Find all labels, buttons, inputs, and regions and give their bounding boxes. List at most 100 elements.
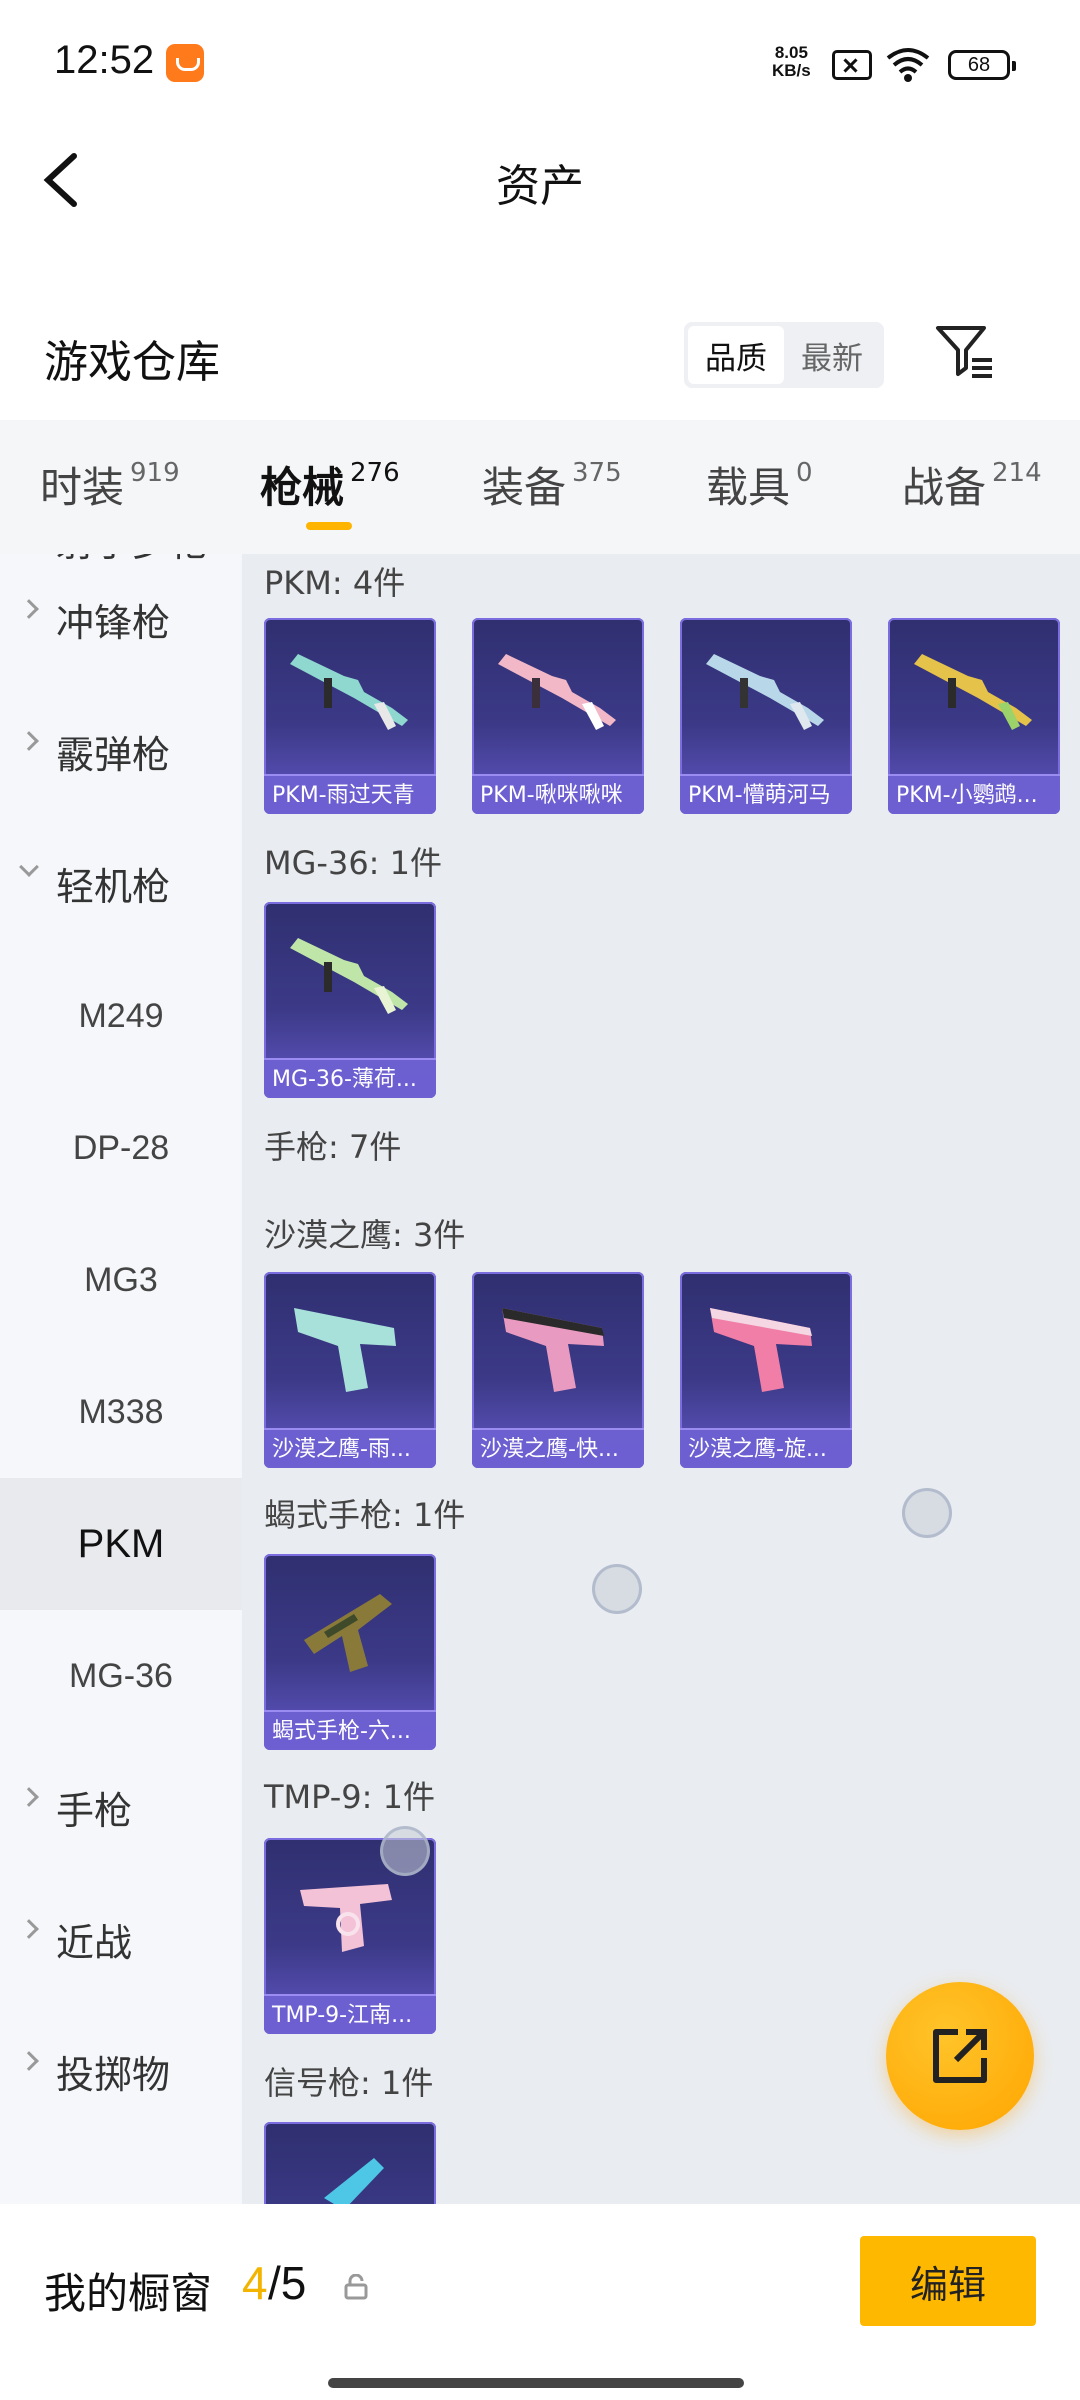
net-speed-unit: KB/s bbox=[772, 61, 811, 80]
sort-latest-button[interactable]: 最新 bbox=[784, 326, 880, 384]
chevron-down-icon bbox=[19, 857, 39, 877]
net-speed-value: 8.05 bbox=[774, 43, 808, 62]
window-count-total: /5 bbox=[268, 2257, 307, 2309]
chevron-right-icon bbox=[19, 2051, 39, 2071]
pistol-icon bbox=[710, 1308, 812, 1392]
warehouse-title: 游戏仓库 bbox=[44, 337, 220, 388]
sidebar-item-pistol[interactable]: 手枪 bbox=[0, 1742, 242, 1874]
bottom-bar: 我的橱窗 4 /5 编辑 bbox=[0, 2204, 1080, 2400]
sidebar-item-throwable[interactable]: 投掷物 bbox=[0, 2006, 242, 2138]
tab-count: 276 bbox=[350, 458, 400, 488]
wifi-icon bbox=[886, 48, 930, 82]
item-card[interactable]: 蝎式手枪-六... bbox=[264, 1554, 436, 1750]
chevron-right-icon bbox=[19, 731, 39, 751]
section-title-tmp9: TMP-9: 1件 bbox=[264, 1778, 435, 1816]
item-name: MG-36-薄荷... bbox=[264, 1058, 436, 1098]
sidebar: 射手步枪 冲锋枪 霰弹枪 轻机枪 M249 DP-28 MG3 M338 PKM… bbox=[0, 554, 242, 2204]
tab-label: 装备 bbox=[482, 463, 567, 512]
share-external-icon bbox=[933, 2029, 987, 2083]
sidebar-item-label: 手枪 bbox=[56, 1789, 133, 1833]
sort-quality-button[interactable]: 品质 bbox=[688, 326, 784, 384]
item-card[interactable]: PKM-小鹦鹉... bbox=[888, 618, 1060, 814]
filter-icon[interactable] bbox=[934, 322, 996, 382]
item-name: 沙漠之鹰-雨... bbox=[264, 1428, 436, 1468]
section-title-scorpion: 蝎式手枪: 1件 bbox=[264, 1496, 466, 1534]
status-bar: 12:52 8.05 KB/s 68 bbox=[0, 0, 1080, 120]
category-tabs: 时装 919 枪械 276 装备 375 载具 0 战备 214 bbox=[0, 420, 1080, 554]
battery-icon: 68 bbox=[948, 50, 1016, 80]
tab-count: 0 bbox=[796, 458, 813, 488]
tab-count: 375 bbox=[572, 458, 622, 488]
edit-button[interactable]: 编辑 bbox=[860, 2236, 1036, 2326]
lock-icon bbox=[344, 2274, 368, 2300]
item-card[interactable]: 沙漠之鹰-雨... bbox=[264, 1272, 436, 1468]
item-grid: PKM: 4件 PKM-雨过天青 PKM-啾咪啾咪 PKM-懵萌河马 PKM-小… bbox=[242, 554, 1080, 2204]
chevron-right-icon bbox=[19, 1787, 39, 1807]
window-count-current: 4 bbox=[242, 2257, 268, 2309]
touch-indicator bbox=[592, 1564, 642, 1614]
rifle-icon bbox=[290, 654, 408, 730]
status-time: 12:52 bbox=[54, 38, 155, 82]
sidebar-item-smg[interactable]: 冲锋枪 bbox=[0, 554, 242, 686]
screen: 12:52 8.05 KB/s 68 资产 游戏仓库 品质 最新 时装919 bbox=[0, 0, 1080, 2400]
my-window-label: 我的橱窗 bbox=[44, 2269, 213, 2318]
item-card[interactable] bbox=[264, 2122, 436, 2204]
item-card[interactable]: PKM-懵萌河马 bbox=[680, 618, 852, 814]
item-name: PKM-懵萌河马 bbox=[680, 774, 852, 814]
item-name: PKM-雨过天青 bbox=[264, 774, 436, 814]
tab-label: 战备 bbox=[902, 463, 987, 512]
rifle-icon bbox=[498, 654, 616, 730]
sidebar-item-lmg[interactable]: 轻机枪 bbox=[0, 818, 242, 950]
sidebar-subitem-dp28[interactable]: DP-28 bbox=[0, 1082, 242, 1214]
sidebar-item-label: 近战 bbox=[56, 1921, 133, 1965]
item-name: PKM-小鹦鹉... bbox=[888, 774, 1060, 814]
tab-fashion[interactable]: 时装 919 bbox=[40, 454, 180, 515]
sidebar-item-label: 投掷物 bbox=[56, 2053, 171, 2097]
rifle-icon bbox=[914, 654, 1032, 730]
app-notification-icon bbox=[166, 44, 204, 82]
sidebar-item-label: 冲锋枪 bbox=[56, 601, 171, 645]
sidebar-item-melee[interactable]: 近战 bbox=[0, 1874, 242, 2006]
sidebar-item-label: 霰弹枪 bbox=[56, 733, 171, 777]
section-title-desert-eagle: 沙漠之鹰: 3件 bbox=[264, 1216, 466, 1254]
sidebar-subitem-mg36[interactable]: MG-36 bbox=[0, 1610, 242, 1742]
sidebar-subitem-mg3[interactable]: MG3 bbox=[0, 1214, 242, 1346]
item-name: 沙漠之鹰-旋... bbox=[680, 1428, 852, 1468]
item-card[interactable]: MG-36-薄荷... bbox=[264, 902, 436, 1098]
smg-icon bbox=[304, 1594, 392, 1672]
tab-supplies[interactable]: 战备 214 bbox=[902, 454, 1042, 515]
sidebar-subitem-m338[interactable]: M338 bbox=[0, 1346, 242, 1478]
item-card[interactable]: 沙漠之鹰-快... bbox=[472, 1272, 644, 1468]
net-speed: 8.05 KB/s bbox=[772, 44, 811, 80]
item-card[interactable]: PKM-啾咪啾咪 bbox=[472, 618, 644, 814]
tab-vehicles[interactable]: 载具 0 bbox=[706, 454, 813, 515]
sidebar-item-shotgun[interactable]: 霰弹枪 bbox=[0, 686, 242, 818]
section-title-pkm: PKM: 4件 bbox=[264, 564, 406, 602]
pistol-icon bbox=[502, 1308, 604, 1392]
active-tab-indicator bbox=[306, 522, 352, 530]
rifle-icon bbox=[706, 654, 824, 730]
tab-label: 时装 bbox=[40, 463, 125, 512]
item-name: PKM-啾咪啾咪 bbox=[472, 774, 644, 814]
sort-toggle: 品质 最新 bbox=[684, 322, 884, 388]
page-title: 资产 bbox=[496, 161, 584, 212]
sim-off-icon bbox=[832, 50, 872, 80]
share-button[interactable] bbox=[886, 1982, 1034, 2130]
tab-equipment[interactable]: 装备 375 bbox=[482, 454, 622, 515]
sidebar-subitem-pkm[interactable]: PKM bbox=[0, 1478, 242, 1610]
rifle-icon bbox=[290, 938, 408, 1014]
item-name: 沙漠之鹰-快... bbox=[472, 1428, 644, 1468]
section-title-pistol: 手枪: 7件 bbox=[264, 1128, 402, 1166]
touch-indicator bbox=[380, 1826, 430, 1876]
item-card[interactable]: PKM-雨过天青 bbox=[264, 618, 436, 814]
tab-firearms[interactable]: 枪械 276 bbox=[260, 454, 400, 515]
sidebar-subitem-m249[interactable]: M249 bbox=[0, 950, 242, 1082]
pistol-icon bbox=[324, 2158, 384, 2204]
section-title-flare-gun: 信号枪: 1件 bbox=[264, 2064, 434, 2102]
tab-label: 载具 bbox=[706, 463, 791, 512]
section-title-mg36: MG-36: 1件 bbox=[264, 844, 442, 882]
home-indicator[interactable] bbox=[328, 2378, 744, 2388]
item-card[interactable]: 沙漠之鹰-旋... bbox=[680, 1272, 852, 1468]
item-name: TMP-9-江南... bbox=[264, 1994, 436, 2034]
sidebar-item-label: 轻机枪 bbox=[56, 865, 171, 909]
